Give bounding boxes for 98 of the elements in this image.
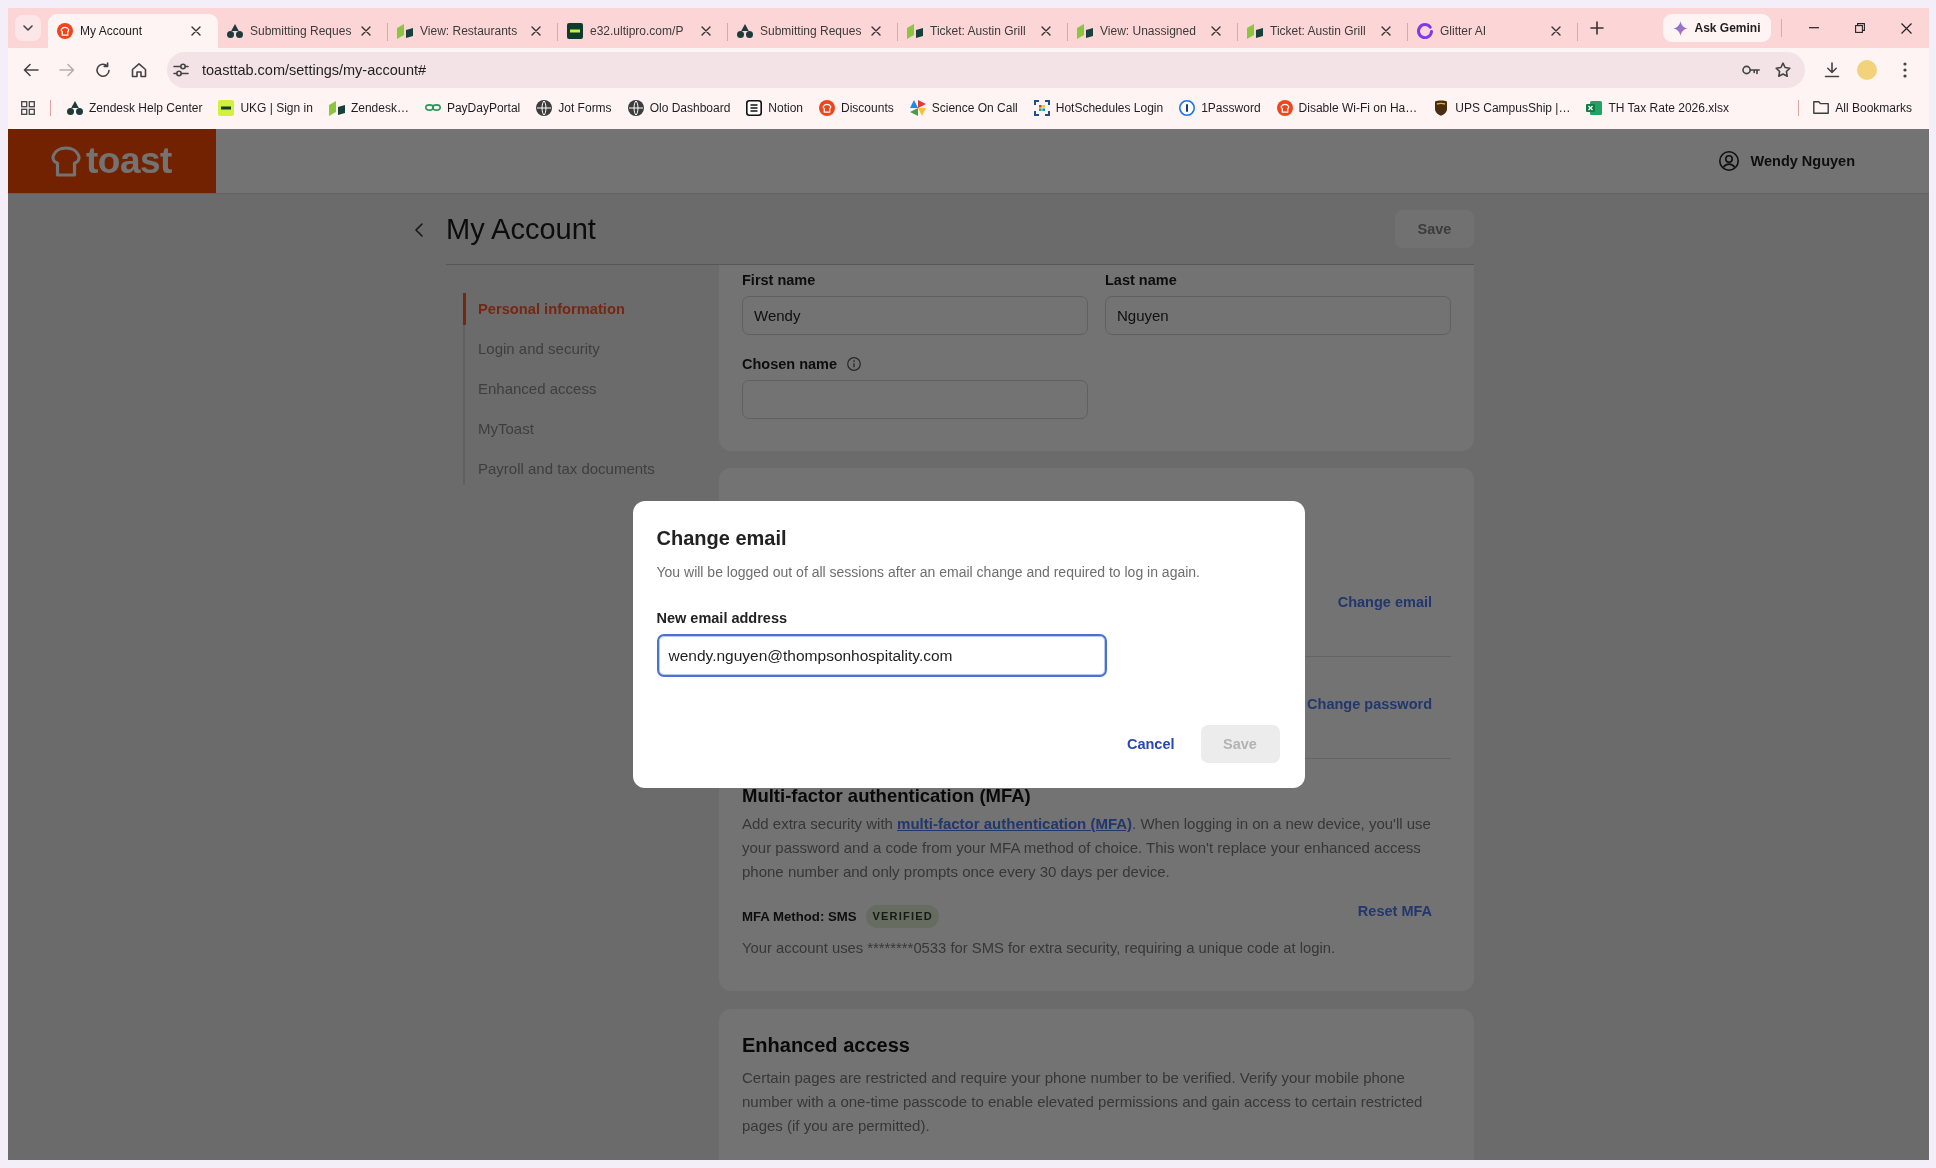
info-icon[interactable] <box>847 357 862 371</box>
folder-icon <box>1813 101 1830 114</box>
download-icon[interactable] <box>1824 62 1840 78</box>
status-badge: VERIFIED <box>865 904 939 928</box>
gemini-button[interactable]: Ask Gemini <box>1663 14 1771 42</box>
user-icon <box>1718 151 1739 171</box>
mfa-description: Add extra security with multi-factor authentication (MFA). When logging in on a new device, you'll use your password and a code from your MFA method of choice. This won't replace your enhanced access phone number and only prompts once every 30 days per device. <box>742 814 1432 882</box>
close-icon[interactable] <box>1551 26 1561 36</box>
globe-icon <box>627 99 644 116</box>
field-label: Chosen name <box>742 355 838 373</box>
user-menu[interactable]: Wendy Nguyen <box>1718 129 1855 193</box>
close-icon[interactable] <box>531 26 541 36</box>
key-icon[interactable] <box>1742 65 1760 75</box>
bookmark-link[interactable]: Science On Call <box>903 93 1024 122</box>
dialog-title: Change email <box>656 526 788 551</box>
close-icon[interactable] <box>701 26 711 36</box>
browser-tab[interactable]: Ticket: Austin Grill <box>898 14 1068 48</box>
site-icon <box>819 99 836 116</box>
bookmark-link[interactable]: 1Password <box>1173 93 1267 122</box>
reload-icon[interactable] <box>95 62 111 78</box>
browser-tab[interactable]: e32.ultipro.com/P <box>558 14 728 48</box>
site-icon <box>1179 99 1196 116</box>
tab-search-button[interactable] <box>15 15 41 41</box>
site-icon <box>397 23 413 39</box>
address-bar[interactable]: toasttab.com/settings/my-account# <box>167 52 1805 88</box>
site-icon <box>218 99 235 116</box>
sparkle-icon <box>1673 20 1689 36</box>
field-label: Last name <box>1105 271 1177 289</box>
site-icon <box>1077 23 1093 39</box>
browser-tab[interactable]: View: Restaurants <box>388 14 558 48</box>
chevron-down-icon <box>23 25 33 31</box>
mfa-method: MFA Method: SMS <box>742 908 857 924</box>
bread-logo-icon <box>50 145 82 177</box>
plus-icon[interactable] <box>1590 21 1604 35</box>
field-label: New email address <box>656 609 789 628</box>
page-title: My Account <box>446 211 596 247</box>
close-icon[interactable] <box>1041 26 1051 36</box>
browser-tab[interactable]: Ticket: Austin Grill <box>1238 14 1408 48</box>
bookmark-link[interactable]: Zendesk… <box>322 93 415 122</box>
close-icon[interactable] <box>361 26 371 36</box>
globe-icon <box>536 99 553 116</box>
minimize-icon[interactable] <box>1809 27 1819 29</box>
site-icon <box>907 23 923 39</box>
bookmark-link[interactable]: TH Tax Rate 2026.xlsx <box>1580 93 1735 122</box>
site-icon <box>1417 23 1433 39</box>
site-icon <box>1276 99 1293 116</box>
dialog-description: You will be logged out of all sessions after an email change and required to log in again. <box>656 563 1201 582</box>
tune-icon[interactable] <box>173 62 189 78</box>
browser-tab[interactable]: Submitting Reques <box>218 14 388 48</box>
more-icon[interactable] <box>1903 62 1907 78</box>
site-icon <box>567 23 583 39</box>
close-icon[interactable] <box>871 26 881 36</box>
browser-tab[interactable]: View: Unassigned <box>1068 14 1238 48</box>
restore-icon[interactable] <box>1855 23 1865 33</box>
back-icon[interactable] <box>23 62 39 78</box>
site-icon <box>57 23 73 39</box>
site-icon <box>746 99 763 116</box>
close-icon[interactable] <box>1211 26 1221 36</box>
browser-tab[interactable]: My Account <box>48 14 218 48</box>
section-heading: Enhanced access <box>742 1033 911 1058</box>
close-icon[interactable] <box>191 26 201 36</box>
bookmark-link[interactable]: Disable Wi-Fi on Ha… <box>1270 93 1424 122</box>
site-icon <box>909 99 926 116</box>
star-icon[interactable] <box>1775 62 1791 78</box>
site-icon <box>328 99 345 116</box>
browser-tab[interactable]: Submitting Reques <box>728 14 898 48</box>
email-field[interactable]: wendy.nguyen@thompsonhospitality.com <box>656 634 1107 677</box>
home-icon[interactable] <box>131 62 147 78</box>
text-field[interactable]: Wendy <box>742 296 1088 335</box>
section-description: Certain pages are restricted and require your phone number to be verified. Verify your mobile phone number with a one-time passcode to enable elevated permissions and gain access to certain restricted pages (if you are permitted). <box>742 1068 1424 1136</box>
bookmark-link[interactable]: Zendesk Help Center <box>61 93 209 122</box>
close-icon[interactable] <box>1900 22 1912 34</box>
bookmark-link[interactable]: Discounts <box>813 93 900 122</box>
cancel-button[interactable]: Cancel <box>1126 736 1175 752</box>
bookmark-link[interactable]: UKG | Sign in <box>212 93 319 122</box>
field-label: First name <box>742 271 816 289</box>
site-icon <box>227 24 243 38</box>
bookmark-link[interactable]: HotSchedules Login <box>1027 93 1170 122</box>
bookmark-link[interactable]: PayDayPortal <box>418 93 527 122</box>
site-icon <box>1247 23 1263 39</box>
close-icon[interactable] <box>1381 26 1391 36</box>
apps-icon[interactable] <box>21 100 35 115</box>
text-field[interactable]: Nguyen <box>1105 296 1451 335</box>
bookmark-link[interactable]: UPS CampusShip |… <box>1427 93 1577 122</box>
bookmark-link[interactable]: Olo Dashboard <box>621 93 737 122</box>
all-bookmarks-link[interactable]: All Bookmarks <box>1807 93 1918 122</box>
site-icon <box>1433 99 1450 116</box>
site-icon <box>1033 99 1050 116</box>
bookmark-link[interactable]: Notion <box>740 93 810 122</box>
chevron-left-icon[interactable] <box>415 222 423 237</box>
site-icon <box>67 100 83 115</box>
bookmark-link[interactable]: Jot Forms <box>530 93 618 122</box>
site-icon <box>424 104 441 111</box>
site-icon <box>1586 99 1603 116</box>
mfa-note: Your account uses ********0533 for SMS for extra security, requiring a unique code at login. <box>742 939 1337 958</box>
section-heading: Multi-factor authentication (MFA) <box>742 784 1032 808</box>
browser-tab[interactable]: Glitter AI <box>1408 14 1578 48</box>
site-icon <box>737 24 753 38</box>
